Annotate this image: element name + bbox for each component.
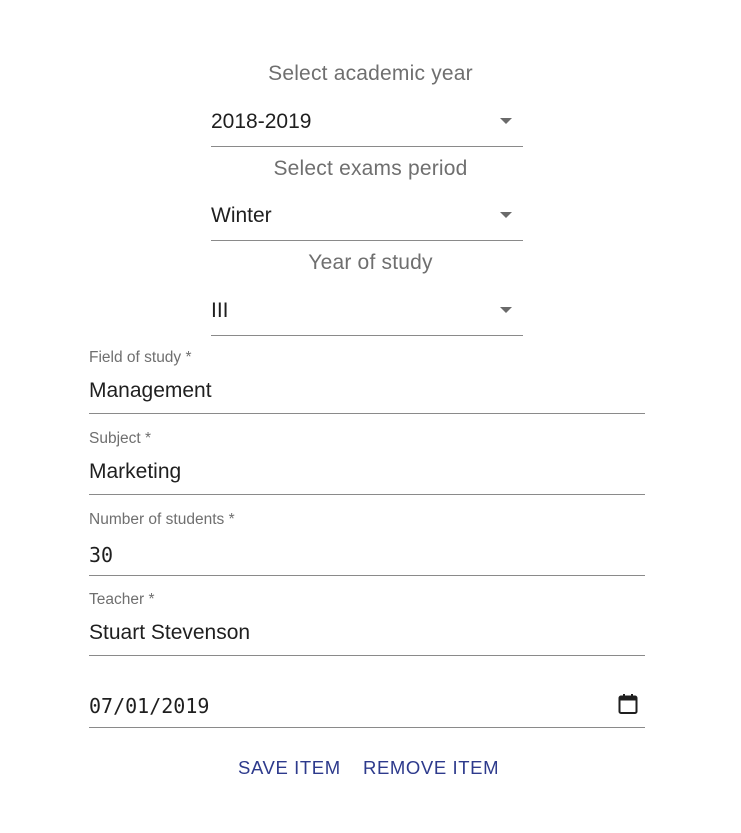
field-of-study-label: Field of study * — [89, 349, 192, 366]
exam-item-form: Select academic year 2018-2019 Select ex… — [0, 0, 741, 833]
academic-year-select[interactable]: 2018-2019 — [211, 109, 523, 147]
date-input[interactable]: 07/01/2019 — [89, 694, 209, 718]
exams-period-value: Winter — [211, 204, 272, 227]
exams-period-select[interactable]: Winter — [211, 203, 523, 241]
date-field[interactable]: 07/01/2019 — [89, 685, 645, 728]
academic-year-label: Select academic year — [268, 62, 473, 85]
subject-input[interactable]: Marketing — [89, 460, 181, 484]
field-of-study-input[interactable]: Management — [89, 379, 212, 403]
dropdown-arrow-icon[interactable] — [500, 307, 512, 313]
number-of-students-field[interactable]: Number of students * 30 — [89, 511, 645, 576]
subject-field[interactable]: Subject * Marketing — [89, 430, 645, 495]
teacher-label: Teacher * — [89, 591, 155, 608]
teacher-field[interactable]: Teacher * Stuart Stevenson — [89, 591, 645, 656]
year-of-study-label: Year of study — [308, 251, 433, 274]
save-item-button[interactable]: SAVE ITEM — [238, 757, 341, 779]
year-of-study-select[interactable]: III — [211, 298, 523, 336]
exams-period-label: Select exams period — [273, 157, 468, 180]
dropdown-arrow-icon[interactable] — [500, 212, 512, 218]
number-of-students-input[interactable]: 30 — [89, 543, 113, 567]
year-of-study-value: III — [211, 299, 229, 322]
number-of-students-label: Number of students * — [89, 511, 235, 528]
academic-year-value: 2018-2019 — [211, 110, 312, 133]
calendar-icon[interactable] — [616, 692, 640, 716]
dropdown-arrow-icon[interactable] — [500, 118, 512, 124]
field-of-study-field[interactable]: Field of study * Management — [89, 349, 645, 414]
remove-item-button[interactable]: REMOVE ITEM — [363, 757, 499, 779]
subject-label: Subject * — [89, 430, 152, 447]
teacher-input[interactable]: Stuart Stevenson — [89, 621, 250, 645]
